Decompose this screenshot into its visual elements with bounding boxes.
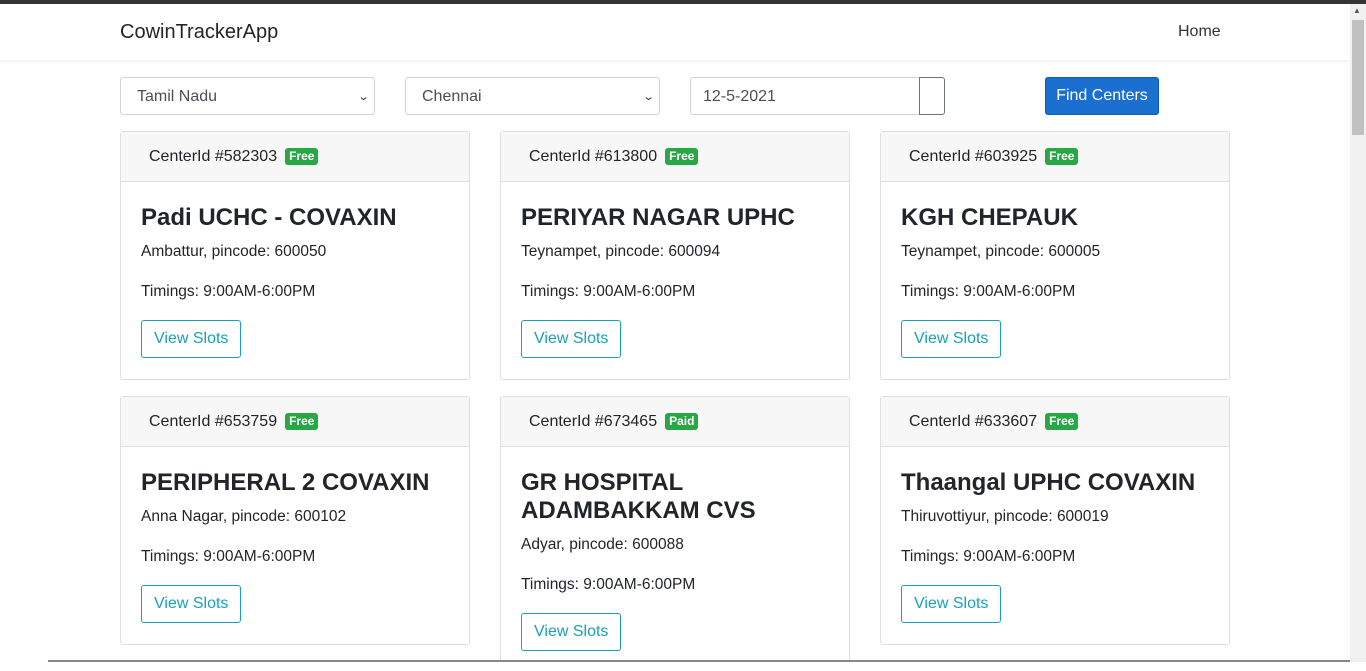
card-header: CenterId #613800 Free bbox=[501, 132, 849, 182]
state-select-value: Tamil Nadu bbox=[137, 88, 218, 105]
center-id: CenterId #673465 bbox=[529, 412, 658, 430]
status-badge: Paid bbox=[665, 413, 699, 430]
center-id: CenterId #653759 bbox=[149, 412, 278, 430]
center-timings: Timings: 9:00AM-6:00PM bbox=[141, 548, 316, 565]
center-card: CenterId #653759 Free PERIPHERAL 2 COVAX… bbox=[120, 396, 470, 645]
chevron-down-icon: ⌄ bbox=[642, 91, 655, 103]
center-timings: Timings: 9:00AM-6:00PM bbox=[521, 576, 696, 593]
center-address: Teynampet, pincode: 600094 bbox=[521, 243, 721, 260]
center-card: CenterId #633607 Free Thaangal UPHC COVA… bbox=[880, 396, 1230, 645]
center-id: CenterId #613800 bbox=[529, 147, 658, 165]
state-select[interactable]: Tamil Nadu ⌄ bbox=[120, 77, 375, 115]
center-id: CenterId #603925 bbox=[909, 147, 1038, 165]
card-header: CenterId #582303 Free bbox=[121, 132, 469, 182]
card-header: CenterId #653759 Free bbox=[121, 397, 469, 447]
app-brand[interactable]: CowinTrackerApp bbox=[120, 21, 278, 44]
view-slots-button[interactable]: View Slots bbox=[901, 320, 1002, 358]
center-address: Thiruvottiyur, pincode: 600019 bbox=[901, 508, 1109, 525]
center-name: KGH CHEPAUK bbox=[901, 204, 1078, 231]
center-timings: Timings: 9:00AM-6:00PM bbox=[901, 548, 1076, 565]
date-input[interactable]: 12-5-2021 bbox=[690, 77, 920, 115]
view-slots-button[interactable]: View Slots bbox=[521, 320, 622, 358]
center-card: CenterId #603925 Free KGH CHEPAUK Teynam… bbox=[880, 131, 1230, 380]
center-address: Anna Nagar, pincode: 600102 bbox=[141, 508, 347, 525]
card-header: CenterId #673465 Paid bbox=[501, 397, 849, 447]
chevron-down-icon: ⌄ bbox=[357, 91, 370, 103]
center-name: PERIYAR NAGAR UPHC bbox=[521, 204, 795, 231]
center-name: Thaangal UPHC COVAXIN bbox=[901, 469, 1196, 496]
center-name: GR HOSPITAL ADAMBAKKAM CVS bbox=[521, 469, 756, 524]
nav-link-home[interactable]: Home bbox=[1178, 23, 1221, 41]
district-select[interactable]: Chennai ⌄ bbox=[405, 77, 660, 115]
scrollbar-thumb[interactable] bbox=[1352, 20, 1364, 135]
status-badge: Free bbox=[1045, 413, 1079, 430]
navbar: CowinTrackerApp Home bbox=[0, 4, 1350, 60]
view-slots-button[interactable]: View Slots bbox=[901, 585, 1002, 623]
view-slots-button[interactable]: View Slots bbox=[521, 613, 622, 651]
center-card: CenterId #613800 Free PERIYAR NAGAR UPHC… bbox=[500, 131, 850, 380]
center-name: PERIPHERAL 2 COVAXIN bbox=[141, 469, 430, 496]
center-address: Adyar, pincode: 600088 bbox=[521, 536, 684, 553]
status-badge: Free bbox=[285, 148, 319, 165]
view-slots-button[interactable]: View Slots bbox=[141, 320, 242, 358]
date-picker-button[interactable] bbox=[919, 77, 945, 115]
center-timings: Timings: 9:00AM-6:00PM bbox=[141, 283, 316, 300]
scroll-up-arrow-icon[interactable]: ▲ bbox=[1353, 6, 1361, 15]
center-name: Padi UCHC - COVAXIN bbox=[141, 204, 397, 231]
card-header: CenterId #603925 Free bbox=[881, 132, 1229, 182]
center-id: CenterId #633607 bbox=[909, 412, 1038, 430]
center-address: Ambattur, pincode: 600050 bbox=[141, 243, 327, 260]
center-timings: Timings: 9:00AM-6:00PM bbox=[521, 283, 696, 300]
center-timings: Timings: 9:00AM-6:00PM bbox=[901, 283, 1076, 300]
center-card: CenterId #582303 Free Padi UCHC - COVAXI… bbox=[120, 131, 470, 380]
card-header: CenterId #633607 Free bbox=[881, 397, 1229, 447]
center-id: CenterId #582303 bbox=[149, 147, 278, 165]
center-address: Teynampet, pincode: 600005 bbox=[901, 243, 1101, 260]
find-centers-button[interactable]: Find Centers bbox=[1045, 77, 1159, 115]
status-badge: Free bbox=[665, 148, 699, 165]
view-slots-button[interactable]: View Slots bbox=[141, 585, 242, 623]
center-card: CenterId #673465 Paid GR HOSPITAL ADAMBA… bbox=[500, 396, 850, 662]
district-select-value: Chennai bbox=[422, 88, 482, 105]
status-badge: Free bbox=[285, 413, 319, 430]
status-badge: Free bbox=[1045, 148, 1079, 165]
